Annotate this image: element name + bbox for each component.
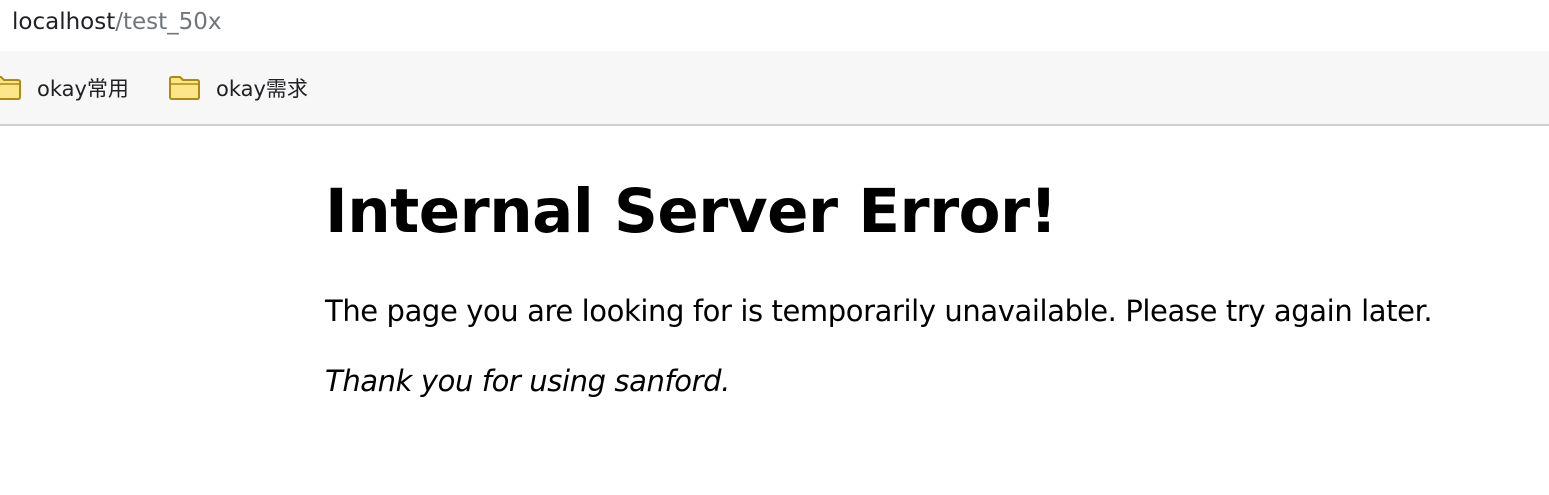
url-host: localhost bbox=[12, 9, 116, 35]
bookmark-folder-okay-xuqiu[interactable]: okay需求 bbox=[168, 51, 308, 124]
page-content: Internal Server Error! The page you are … bbox=[325, 126, 1525, 400]
url-text[interactable]: localhost/test_50x bbox=[12, 7, 222, 37]
thanks-message: Thank you for using sanford. bbox=[325, 364, 730, 398]
bookmark-label: okay需求 bbox=[216, 76, 308, 101]
error-message: The page you are looking for is temporar… bbox=[325, 294, 1433, 328]
bookmark-label: okay常用 bbox=[37, 76, 129, 101]
bookmark-folder-okay-changyong[interactable]: okay常用 bbox=[0, 51, 129, 124]
url-path: /test_50x bbox=[115, 9, 222, 35]
bookmarks-bar: okay常用 okay需求 bbox=[0, 51, 1549, 126]
address-bar[interactable]: localhost/test_50x bbox=[0, 0, 1549, 51]
folder-icon bbox=[168, 75, 201, 101]
folder-icon bbox=[0, 75, 22, 101]
page-title: Internal Server Error! bbox=[325, 176, 1057, 247]
